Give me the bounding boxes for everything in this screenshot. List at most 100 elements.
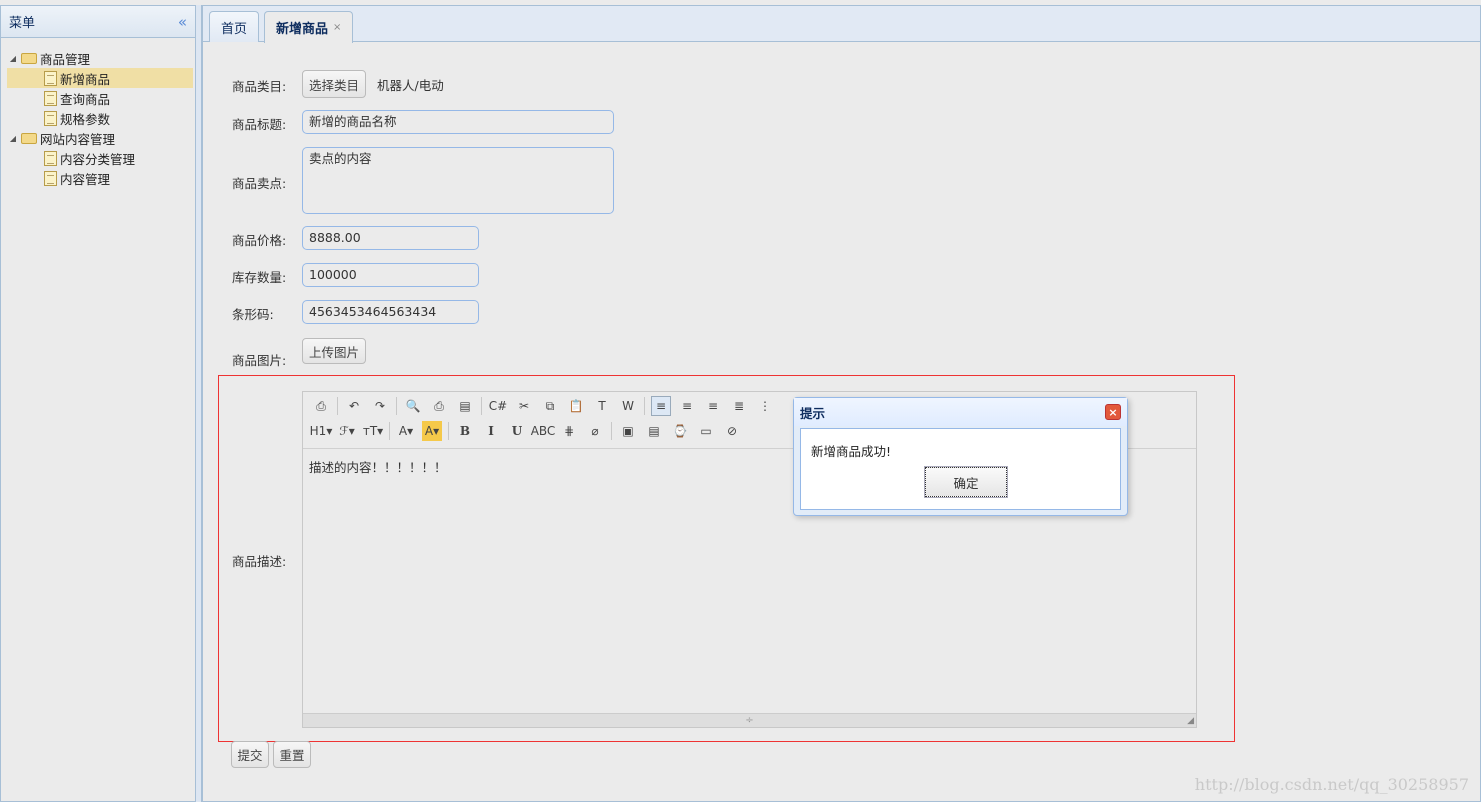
folder-open-icon <box>21 132 37 144</box>
desc-label: 商品描述: <box>232 554 287 569</box>
price-input[interactable]: 8888.00 <box>302 226 479 250</box>
tab-add-goods[interactable]: 新增商品 × <box>264 11 354 43</box>
font-color-icon[interactable]: A▾ <box>396 421 416 441</box>
tree-item-content-management[interactable]: 内容管理 <box>7 168 193 188</box>
sidebar-header: 菜单 « <box>1 6 195 38</box>
tree-node-site-content[interactable]: ◢ 网站内容管理 <box>7 128 193 148</box>
resize-icon[interactable]: ÷ <box>745 715 753 726</box>
close-icon[interactable]: × <box>1105 404 1121 420</box>
insert-multi-image-icon[interactable]: ▤ <box>644 421 664 441</box>
insert-flash-icon[interactable]: ⌚ <box>670 421 690 441</box>
alert-dialog: 提示 × 新增商品成功! 确定 <box>793 397 1128 516</box>
tree-item-label: 查询商品 <box>60 91 111 107</box>
print-icon[interactable]: ⎙ <box>429 396 449 416</box>
tree-item-spec-params[interactable]: 规格参数 <box>7 108 193 128</box>
underline-icon[interactable]: U <box>507 421 527 441</box>
paste-word-icon[interactable]: W <box>618 396 638 416</box>
stock-input[interactable]: 100000 <box>302 263 479 287</box>
code-icon[interactable]: C# <box>488 396 508 416</box>
tab-label: 新增商品 <box>276 22 329 37</box>
table-icon[interactable]: ⋕ <box>559 421 579 441</box>
toolbar-separator <box>396 397 397 415</box>
dialog-header: 提示 × <box>794 398 1127 426</box>
ordered-list-icon[interactable]: ⋮ <box>755 396 775 416</box>
tree-node-label: 网站内容管理 <box>40 131 116 147</box>
barcode-label: 条形码: <box>232 307 274 322</box>
tree-item-content-category[interactable]: 内容分类管理 <box>7 148 193 168</box>
watermark: http://blog.csdn.net/qq_30258957 <box>1194 775 1469 794</box>
ok-button[interactable]: 确定 <box>924 466 1008 498</box>
tree-node-goods-management[interactable]: ◢ 商品管理 <box>7 48 193 68</box>
attachment-icon[interactable]: ⊘ <box>722 421 742 441</box>
font-family-icon[interactable]: ℱ▾ <box>337 421 357 441</box>
italic-icon[interactable]: I <box>481 421 501 441</box>
barcode-input[interactable]: 4563453464563434 <box>302 300 479 324</box>
highlight-color-icon[interactable]: A▾ <box>422 421 442 441</box>
editor-content[interactable]: 描述的内容！！！！！！ <box>309 457 447 476</box>
tab-label: 首页 <box>221 21 248 37</box>
align-left-icon[interactable]: ≡ <box>651 396 671 416</box>
dialog-body: 新增商品成功! 确定 <box>800 428 1121 510</box>
file-icon <box>44 70 57 86</box>
image-label: 商品图片: <box>232 353 287 368</box>
sell-point-label: 商品卖点: <box>232 176 287 191</box>
justify-icon[interactable]: ≣ <box>729 396 749 416</box>
choose-category-button[interactable]: 选择类目 <box>302 70 366 98</box>
expand-arrow-icon[interactable]: ◢ <box>7 134 19 143</box>
submit-button[interactable]: 提交 <box>231 741 269 768</box>
title-label: 商品标题: <box>232 117 287 132</box>
tree-item-query-goods[interactable]: 查询商品 <box>7 88 193 108</box>
undo-icon[interactable]: ↶ <box>344 396 364 416</box>
paste-icon[interactable]: 📋 <box>566 396 586 416</box>
title-input[interactable]: 新增的商品名称 <box>302 110 614 134</box>
resize-grip-icon[interactable]: ◢ <box>1187 716 1194 726</box>
tree-item-add-goods[interactable]: 新增商品 <box>7 68 193 88</box>
bold-icon[interactable]: B <box>455 421 475 441</box>
toolbar-separator <box>389 422 390 440</box>
cut-icon[interactable]: ✂ <box>514 396 534 416</box>
paste-text-icon[interactable]: T <box>592 396 612 416</box>
preview-icon[interactable]: 🔍 <box>403 396 423 416</box>
expand-arrow-icon[interactable]: ◢ <box>7 54 19 63</box>
file-icon <box>44 90 57 106</box>
align-center-icon[interactable]: ≡ <box>677 396 697 416</box>
stock-label: 库存数量: <box>232 270 287 285</box>
category-label: 商品类目: <box>232 79 287 94</box>
dialog-message: 新增商品成功! <box>811 444 892 459</box>
dialog-title: 提示 <box>800 405 826 421</box>
editor-resize-bar[interactable]: ÷ <box>303 713 1196 727</box>
tab-home[interactable]: 首页 <box>209 11 260 42</box>
toolbar-separator <box>644 397 645 415</box>
tree-node-label: 商品管理 <box>40 51 91 67</box>
close-icon[interactable]: × <box>333 22 341 33</box>
copy-icon[interactable]: ⧉ <box>540 396 560 416</box>
source-icon[interactable]: ⎙ <box>311 396 331 416</box>
toolbar-row-2: H1▾ ℱ▾ тT▾ A▾ A▾ B I U ABC ⋕ ⌀ ▣ ▤ ⌚ ▭ ⊘ <box>310 420 748 442</box>
tree-item-label: 内容分类管理 <box>60 151 136 167</box>
sidebar: 菜单 « ◢ 商品管理 新增商品 查询商品 规格参数 ◢ 网站内容管理 内容分类… <box>0 5 196 802</box>
collapse-icon[interactable]: « <box>178 13 187 31</box>
align-right-icon[interactable]: ≡ <box>703 396 723 416</box>
toolbar-separator <box>481 397 482 415</box>
sell-point-textarea[interactable]: 卖点的内容 <box>302 147 614 214</box>
redo-icon[interactable]: ↷ <box>370 396 390 416</box>
toolbar-row-1: ⎙ ↶ ↷ 🔍 ⎙ ▤ C# ✂ ⧉ 📋 T W ≡ ≡ ≡ ≣ ⋮ <box>311 395 781 417</box>
font-size-icon[interactable]: тT▾ <box>363 421 383 441</box>
template-icon[interactable]: ▤ <box>455 396 475 416</box>
upload-image-button[interactable]: 上传图片 <box>302 338 366 364</box>
tree-item-label: 规格参数 <box>60 111 111 127</box>
heading-icon[interactable]: H1▾ <box>310 421 333 441</box>
price-label: 商品价格: <box>232 233 287 248</box>
insert-image-icon[interactable]: ▣ <box>618 421 638 441</box>
menu-tree: ◢ 商品管理 新增商品 查询商品 规格参数 ◢ 网站内容管理 内容分类管理 内容… <box>7 48 193 188</box>
reset-button[interactable]: 重置 <box>273 741 311 768</box>
insert-media-icon[interactable]: ▭ <box>696 421 716 441</box>
file-icon <box>44 110 57 126</box>
folder-open-icon <box>21 52 37 64</box>
file-icon <box>44 150 57 166</box>
sidebar-title: 菜单 <box>9 16 36 31</box>
tree-item-label: 内容管理 <box>60 171 111 187</box>
clear-format-icon[interactable]: ⌀ <box>585 421 605 441</box>
strikethrough-icon[interactable]: ABC <box>531 421 556 441</box>
file-icon <box>44 170 57 186</box>
